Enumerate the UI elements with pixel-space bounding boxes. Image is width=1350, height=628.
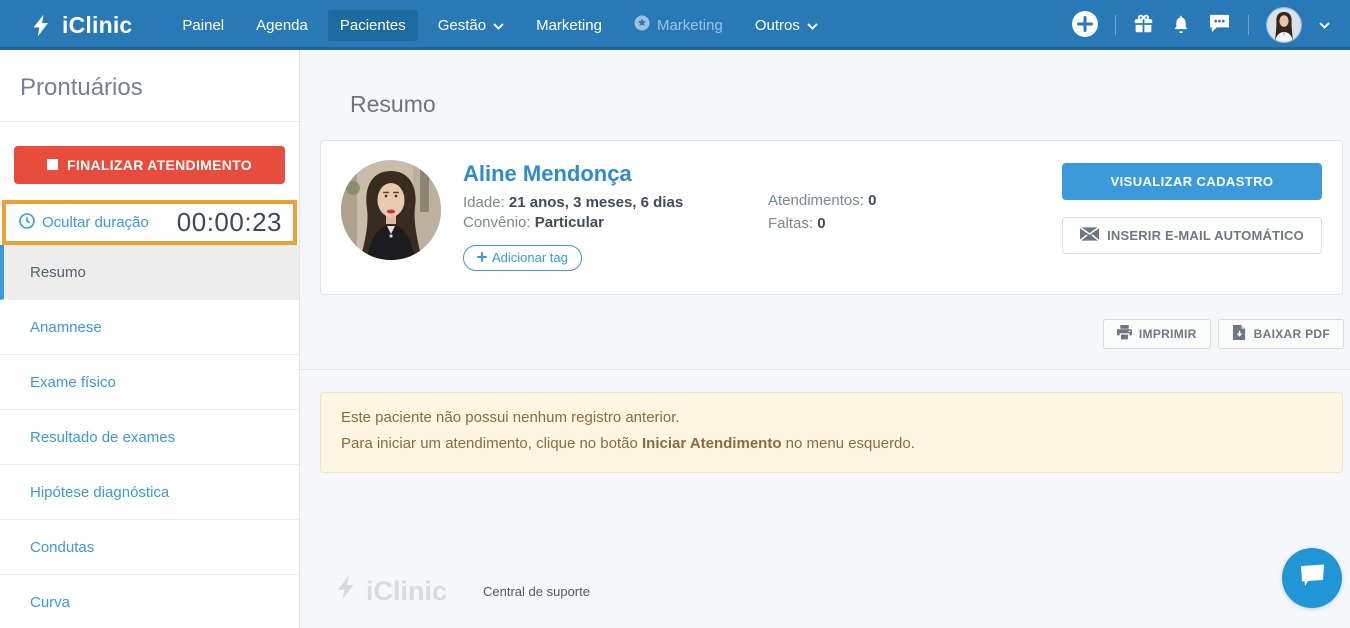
imprimir-label: IMPRIMIR — [1139, 327, 1197, 341]
nav-item-marketing-beta-label: Marketing — [657, 17, 723, 34]
notice-line1: Este paciente não possui nenhum registro… — [341, 405, 1322, 431]
chevron-down-icon — [493, 17, 504, 34]
iclinic-logo-icon — [28, 13, 53, 38]
baixar-pdf-label: BAIXAR PDF — [1254, 327, 1330, 341]
sidebar-item-resultado-exames[interactable]: Resultado de exames — [0, 410, 299, 465]
support-chat-fab[interactable] — [1282, 548, 1342, 608]
notifications-button[interactable] — [1171, 13, 1191, 38]
avatar-chevron-icon[interactable] — [1319, 16, 1330, 34]
brand-title: iClinic — [62, 12, 132, 39]
patient-info: Aline Mendonça Idade: 21 anos, 3 meses, … — [463, 160, 768, 275]
sidebar-item-condutas[interactable]: Condutas — [0, 520, 299, 575]
nav-item-pacientes[interactable]: Pacientes — [328, 10, 418, 41]
attendances-value: 0 — [868, 192, 876, 209]
footer-logo: iClinic — [332, 574, 447, 608]
sidebar-title: Prontuários — [0, 50, 299, 122]
patient-card-actions: VISUALIZAR CADASTRO INSERIR E-MAIL AUTOM… — [1062, 163, 1322, 275]
chat-bubble-icon — [1297, 564, 1327, 593]
clock-icon — [19, 213, 35, 233]
star-circle-icon — [634, 15, 650, 35]
sidebar-item-curva[interactable]: Curva — [0, 575, 299, 628]
nav-item-outros[interactable]: Outros — [743, 10, 830, 41]
record-sections-menu: Resumo Anamnese Exame físico Resultado d… — [0, 245, 299, 628]
nav-item-marketing-beta[interactable]: Marketing — [622, 8, 735, 42]
nav-item-marketing[interactable]: Marketing — [524, 10, 614, 41]
rewards-button[interactable] — [1133, 13, 1154, 37]
footer-brand-label: iClinic — [366, 576, 447, 607]
patient-age-line: Idade: 21 anos, 3 meses, 6 dias — [463, 194, 768, 211]
sidebar-item-exame-fisico[interactable]: Exame físico — [0, 355, 299, 410]
envelope-icon — [1080, 227, 1099, 244]
nav-item-painel[interactable]: Painel — [170, 10, 236, 41]
notice-line2-bold: Iniciar Atendimento — [642, 435, 781, 452]
page-footer: iClinic Central de suporte — [332, 574, 590, 608]
age-value: 21 anos, 3 meses, 6 dias — [509, 194, 683, 211]
patient-summary-card: Aline Mendonça Idade: 21 anos, 3 meses, … — [320, 140, 1343, 295]
user-avatar[interactable] — [1266, 7, 1302, 43]
gift-icon — [1133, 13, 1154, 37]
patient-avatar — [341, 160, 441, 260]
bell-icon — [1171, 13, 1191, 38]
nav-item-gestao[interactable]: Gestão — [426, 10, 516, 41]
patient-name[interactable]: Aline Mendonça — [463, 161, 768, 187]
record-actions-row: IMPRIMIR BAIXAR PDF — [300, 319, 1344, 349]
imprimir-button[interactable]: IMPRIMIR — [1103, 319, 1211, 349]
messages-button[interactable] — [1208, 13, 1231, 37]
brand[interactable]: iClinic — [0, 12, 132, 39]
attendances-line: Atendimentos: 0 — [768, 192, 1062, 209]
nav-item-agenda[interactable]: Agenda — [244, 10, 320, 41]
ocultar-duracao-label: Ocultar duração — [42, 214, 149, 231]
age-label: Idade: — [463, 194, 505, 211]
page-title: Resumo — [350, 91, 1350, 118]
insurance-label: Convênio: — [463, 214, 531, 231]
chat-dots-icon — [1208, 13, 1231, 37]
notice-line2-suffix: no menu esquerdo. — [781, 435, 914, 452]
duration-highlight: Ocultar duração 00:00:23 — [2, 200, 297, 245]
iclinic-logo-gray-icon — [332, 574, 359, 608]
inserir-email-label: INSERIR E-MAIL AUTOMÁTICO — [1107, 228, 1304, 243]
nav-item-gestao-label: Gestão — [438, 17, 486, 34]
notice-line2: Para iniciar um atendimento, clique no b… — [341, 431, 1322, 457]
add-tag-button[interactable]: Adicionar tag — [463, 245, 582, 271]
sidebar-item-resumo[interactable]: Resumo — [0, 245, 299, 300]
section-divider — [300, 369, 1350, 370]
main-content: Resumo Aline Mendonça — [300, 50, 1350, 628]
absences-label: Faltas: — [768, 215, 813, 232]
sidebar-item-anamnese[interactable]: Anamnese — [0, 300, 299, 355]
timer-value: 00:00:23 — [177, 207, 282, 238]
absences-value: 0 — [817, 215, 825, 232]
inserir-email-button[interactable]: INSERIR E-MAIL AUTOMÁTICO — [1062, 217, 1322, 254]
absences-line: Faltas: 0 — [768, 215, 1062, 232]
navbar-actions — [1072, 7, 1350, 43]
patient-insurance-line: Convênio: Particular — [463, 214, 768, 231]
visualizar-cadastro-button[interactable]: VISUALIZAR CADASTRO — [1062, 163, 1322, 200]
no-records-notice: Este paciente não possui nenhum registro… — [320, 392, 1343, 473]
attendances-label: Atendimentos: — [768, 192, 864, 209]
top-navbar: iClinic Painel Agenda Pacientes Gestão M… — [0, 0, 1350, 50]
support-center-link[interactable]: Central de suporte — [483, 584, 590, 599]
download-file-icon — [1232, 325, 1247, 343]
divider — [1115, 15, 1116, 35]
insurance-value: Particular — [535, 214, 604, 231]
main-nav: Painel Agenda Pacientes Gestão Marketing… — [170, 8, 829, 42]
stop-icon — [47, 157, 58, 173]
finalizar-atendimento-label: FINALIZAR ATENDIMENTO — [67, 157, 252, 173]
sidebar-item-hipotese-diagnostica[interactable]: Hipótese diagnóstica — [0, 465, 299, 520]
chevron-down-icon — [807, 17, 818, 34]
records-sidebar: Prontuários FINALIZAR ATENDIMENTO Oculta… — [0, 50, 300, 628]
notice-line2-prefix: Para iniciar um atendimento, clique no b… — [341, 435, 642, 452]
baixar-pdf-button[interactable]: BAIXAR PDF — [1218, 319, 1344, 349]
finalizar-atendimento-button[interactable]: FINALIZAR ATENDIMENTO — [14, 146, 285, 184]
plus-icon — [477, 250, 487, 265]
divider — [1248, 15, 1249, 35]
plus-circle-icon — [1072, 11, 1098, 40]
patient-stats: Atendimentos: 0 Faltas: 0 — [768, 189, 1062, 275]
quick-add-button[interactable] — [1072, 11, 1098, 40]
nav-item-outros-label: Outros — [755, 17, 800, 34]
printer-icon — [1117, 325, 1132, 343]
add-tag-label: Adicionar tag — [492, 250, 568, 265]
ocultar-duracao-link[interactable]: Ocultar duração — [19, 213, 149, 233]
